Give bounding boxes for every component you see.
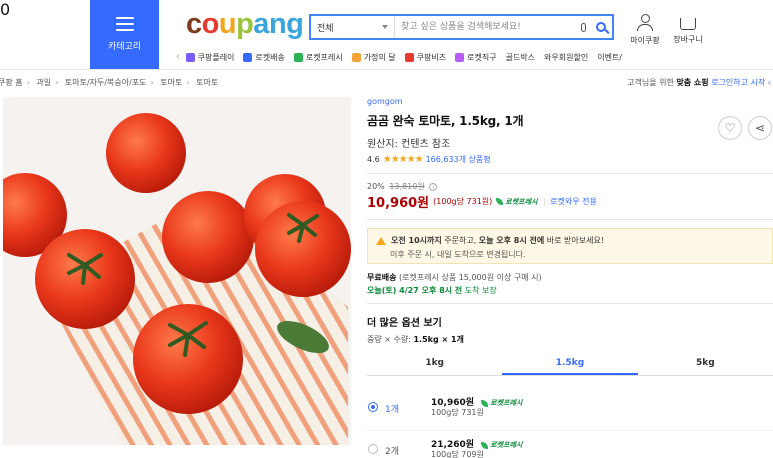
quicknav-item-rocket-delivery[interactable]: 로켓배송 (243, 52, 285, 63)
brand-link[interactable]: gomgom (367, 97, 773, 106)
divider (367, 219, 773, 220)
warning-icon (376, 236, 386, 245)
quicknav-item-goldbox[interactable]: 골드박스 (506, 52, 535, 63)
reviews-link[interactable]: 166,633개 상품평 (426, 154, 491, 165)
chevron-left-icon[interactable]: ‹ (176, 52, 180, 62)
rocket-fresh-icon (481, 399, 489, 407)
sale-price: 10,960원 (367, 196, 430, 211)
search-scope-select[interactable]: 전체 (311, 16, 395, 38)
mypage-button[interactable]: 마이쿠팡 (627, 14, 663, 46)
option-radio[interactable] (368, 444, 378, 454)
breadcrumb-item[interactable]: 토마토/자두/복숭아/포도 (65, 78, 147, 87)
personalized-shopping-promo: 고객님을 위한 맞춤 쇼핑 로그인하고 시작 › (627, 78, 771, 87)
option-summary: 중량 × 수량: 1.5kg × 1개 (367, 335, 464, 344)
login-link[interactable]: 로그인하고 시작 › (711, 78, 771, 87)
quicknav-item-wow-discount[interactable]: 와우회원할인 (544, 52, 588, 63)
option-row[interactable]: 1개 10,960원 로켓프레시 100g당 731원 (367, 393, 773, 431)
rocket-fresh-badge: 로켓프레시 (496, 197, 537, 207)
more-options-title: 더 많은 옵션 보기 (367, 318, 442, 329)
breadcrumb-item[interactable]: 토마토 (160, 78, 182, 87)
rocket-fresh-icon (496, 198, 504, 205)
quicknav-item-rocket-direct[interactable]: 로켓직구 (455, 52, 497, 63)
star-rating-icon: ★★★★★ (382, 154, 424, 165)
rating-value: 4.6 (367, 155, 380, 164)
discount-rate: 20% (367, 182, 385, 191)
product-page: 카테고리 coupang 전체 마이쿠팡 장바구니 0 ‹ 쿠팡플레이 로켓배송… (0, 0, 773, 458)
mypage-label: 마이쿠팡 (630, 36, 660, 45)
hamburger-icon (115, 17, 134, 31)
quicknav-item-coupang-biz[interactable]: 쿠팡비즈 (404, 52, 446, 63)
rocket-fresh-icon (481, 441, 489, 449)
product-title: 곰곰 완숙 토마토, 1.5kg, 1개 (367, 114, 524, 128)
divider (367, 303, 773, 304)
quicknav-item-family-month[interactable]: 가정의 달 (351, 52, 396, 63)
header-divider (0, 69, 773, 70)
cart-button[interactable]: 장바구니 (672, 14, 704, 45)
wow-exclusive-link[interactable]: | 로켓와우 전용 (543, 196, 596, 207)
breadcrumb-item[interactable]: 과일 (36, 78, 51, 87)
original-price: 13,810원 (389, 182, 425, 191)
weight-tabs: 1kg 1.5kg 5kg (367, 353, 773, 376)
origin-text: 원산지: 컨텐츠 참조 (367, 139, 451, 150)
coupang-logo[interactable]: coupang (186, 8, 304, 41)
rocket-fresh-badge: 로켓프레시 (481, 399, 522, 407)
share-icon[interactable]: ⋖ (748, 116, 772, 140)
cart-label: 장바구니 (673, 35, 703, 44)
tomato-photo (3, 97, 351, 445)
search-input[interactable] (395, 16, 576, 38)
user-icon (640, 14, 650, 23)
discount-row: 20% 13,810원 i (367, 181, 438, 192)
chevron-down-icon (382, 25, 388, 29)
option-unit-price: 100g당 709원 (431, 450, 484, 458)
rocket-fresh-icon (293, 52, 303, 62)
tab-1-5kg[interactable]: 1.5kg (502, 353, 638, 375)
shipping-fee: 무료배송 (로켓프레시 상품 15,000원 이상 구매 시) (367, 273, 542, 282)
quick-nav: ‹ 쿠팡플레이 로켓배송 로켓프레시 가정의 달 쿠팡비즈 로켓직구 골드박스 … (176, 50, 631, 64)
heart-icon[interactable]: ♡ (718, 116, 742, 140)
option-radio[interactable] (368, 402, 378, 412)
globe-icon (455, 52, 465, 62)
breadcrumb-item[interactable]: 토마토 (196, 78, 218, 87)
option-quantity: 2개 (385, 447, 400, 457)
tab-5kg[interactable]: 5kg (638, 353, 773, 375)
category-label: 카테고리 (107, 42, 142, 52)
option-quantity: 1개 (385, 405, 400, 415)
price-row: 10,960원 (100g당 731원) 로켓프레시 | 로켓와우 전용 (367, 192, 597, 211)
gift-icon (351, 52, 361, 62)
delivery-notice: 오전 10시까지 주문하고, 오늘 오후 8시 전에 바로 받아보세요! 이후 … (367, 228, 773, 264)
biz-icon (404, 52, 414, 62)
tab-1kg[interactable]: 1kg (367, 353, 502, 375)
quicknav-item-coupangplay[interactable]: 쿠팡플레이 (185, 52, 234, 63)
option-unit-price: 100g당 731원 (431, 408, 484, 417)
product-image[interactable] (3, 97, 351, 445)
category-menu-button[interactable]: 카테고리 (90, 0, 159, 69)
arrival-guarantee: 오늘(토) 4/27 오후 8시 전 도착 보장 (367, 286, 497, 295)
rocket-icon (243, 52, 253, 62)
quicknav-item-rocket-fresh[interactable]: 로켓프레시 (293, 52, 343, 63)
play-icon (185, 52, 195, 62)
breadcrumb-item[interactable]: 쿠팡 홈 (0, 78, 23, 87)
info-icon[interactable]: i (429, 182, 438, 191)
divider (367, 173, 773, 174)
microphone-icon[interactable] (576, 16, 590, 38)
search-bar: 전체 (309, 14, 614, 40)
search-icon[interactable] (590, 16, 612, 38)
rocket-fresh-badge: 로켓프레시 (481, 441, 522, 449)
option-row[interactable]: 2개 21,260원 로켓프레시 100g당 709원 (367, 435, 773, 458)
breadcrumb: 쿠팡 홈 › 과일 › 토마토/자두/복숭아/포도 › 토마토 › 토마토 (0, 78, 219, 87)
rating-row: 4.6 ★★★★★ 166,633개 상품평 (367, 154, 773, 165)
quicknav-item-event[interactable]: 이벤트/ (597, 52, 622, 63)
product-info-panel: gomgom 곰곰 완숙 토마토, 1.5kg, 1개 원산지: 컨텐츠 참조 … (367, 97, 773, 458)
cart-icon (680, 18, 696, 30)
unit-price: (100g당 731원) (433, 197, 493, 206)
